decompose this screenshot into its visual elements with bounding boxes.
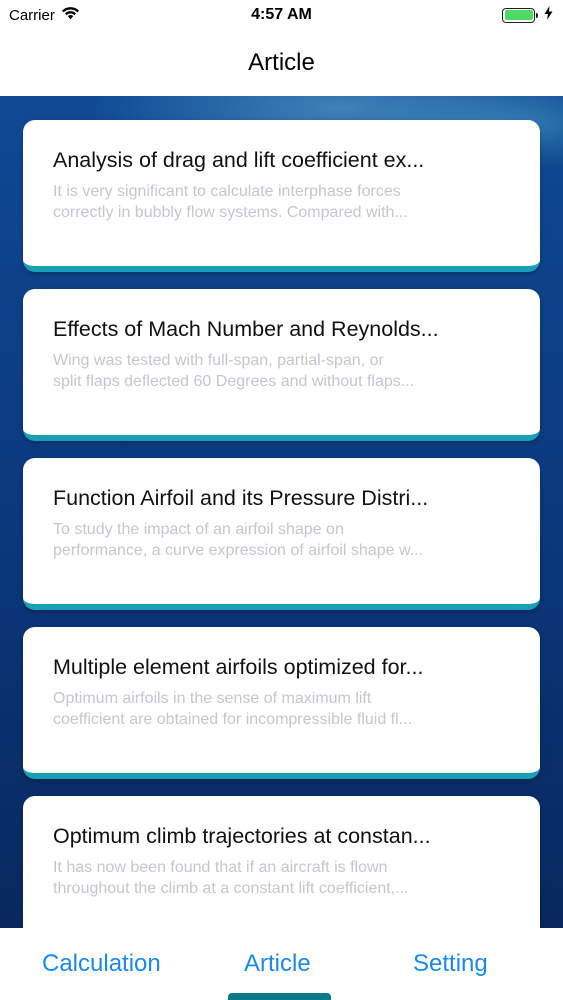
article-summary-line: split flaps deflected 60 Degrees and wit…	[53, 373, 415, 390]
tab-calculation[interactable]: Calculation	[42, 950, 161, 978]
article-summary-line: It is very significant to calculate inte…	[53, 183, 401, 200]
status-left: Carrier	[9, 6, 80, 24]
battery-icon	[502, 7, 538, 23]
charging-bolt-icon	[544, 6, 553, 24]
article-summary: Wing was tested with full-span, partial-…	[53, 350, 510, 392]
article-title: Function Airfoil and its Pressure Distri…	[53, 486, 429, 510]
article-summary-line: correctly in bubbly flow systems. Compar…	[53, 204, 408, 221]
article-summary-line: It has now been found that if an aircraf…	[53, 859, 388, 876]
article-list[interactable]: Analysis of drag and lift coefficient ex…	[0, 96, 563, 928]
battery-level-fill	[504, 10, 533, 20]
article-summary-line: Wing was tested with full-span, partial-…	[53, 352, 384, 369]
article-summary-line: Optimum airfoils in the sense of maximum…	[53, 690, 372, 707]
tab-setting[interactable]: Setting	[413, 950, 488, 978]
article-summary-line: performance, a curve expression of airfo…	[53, 542, 423, 559]
article-card[interactable]: Function Airfoil and its Pressure Distri…	[23, 458, 540, 610]
article-summary: It is very significant to calculate inte…	[53, 181, 510, 223]
navigation-bar: Article	[0, 30, 563, 96]
article-title: Multiple element airfoils optimized for.…	[53, 655, 424, 679]
article-summary: Optimum airfoils in the sense of maximum…	[53, 688, 510, 730]
carrier-label: Carrier	[9, 6, 55, 24]
status-bar: Carrier 4:57 AM	[0, 0, 563, 30]
status-time: 4:57 AM	[251, 6, 312, 23]
article-card[interactable]: Optimum climb trajectories at constan...…	[23, 796, 540, 928]
article-card[interactable]: Multiple element airfoils optimized for.…	[23, 627, 540, 779]
article-title: Optimum climb trajectories at constan...	[53, 824, 431, 848]
article-summary-line: coefficient are obtained for incompressi…	[53, 711, 413, 728]
article-summary: It has now been found that if an aircraf…	[53, 857, 510, 899]
tab-bar: Calculation Article Setting	[0, 928, 563, 1000]
article-summary-line: throughout the climb at a constant lift …	[53, 880, 409, 897]
status-right	[502, 6, 553, 24]
active-tab-indicator	[228, 993, 331, 1000]
article-summary-line: To study the impact of an airfoil shape …	[53, 521, 344, 538]
tab-article[interactable]: Article	[244, 950, 311, 978]
page-title: Article	[248, 49, 315, 76]
article-card[interactable]: Analysis of drag and lift coefficient ex…	[23, 120, 540, 272]
article-card[interactable]: Effects of Mach Number and Reynolds... W…	[23, 289, 540, 441]
wifi-icon	[61, 6, 80, 24]
app-screen: Carrier 4:57 AM Article Analysis of drag…	[0, 0, 563, 1000]
article-title: Effects of Mach Number and Reynolds...	[53, 317, 439, 341]
article-title: Analysis of drag and lift coefficient ex…	[53, 148, 425, 172]
article-summary: To study the impact of an airfoil shape …	[53, 519, 510, 561]
